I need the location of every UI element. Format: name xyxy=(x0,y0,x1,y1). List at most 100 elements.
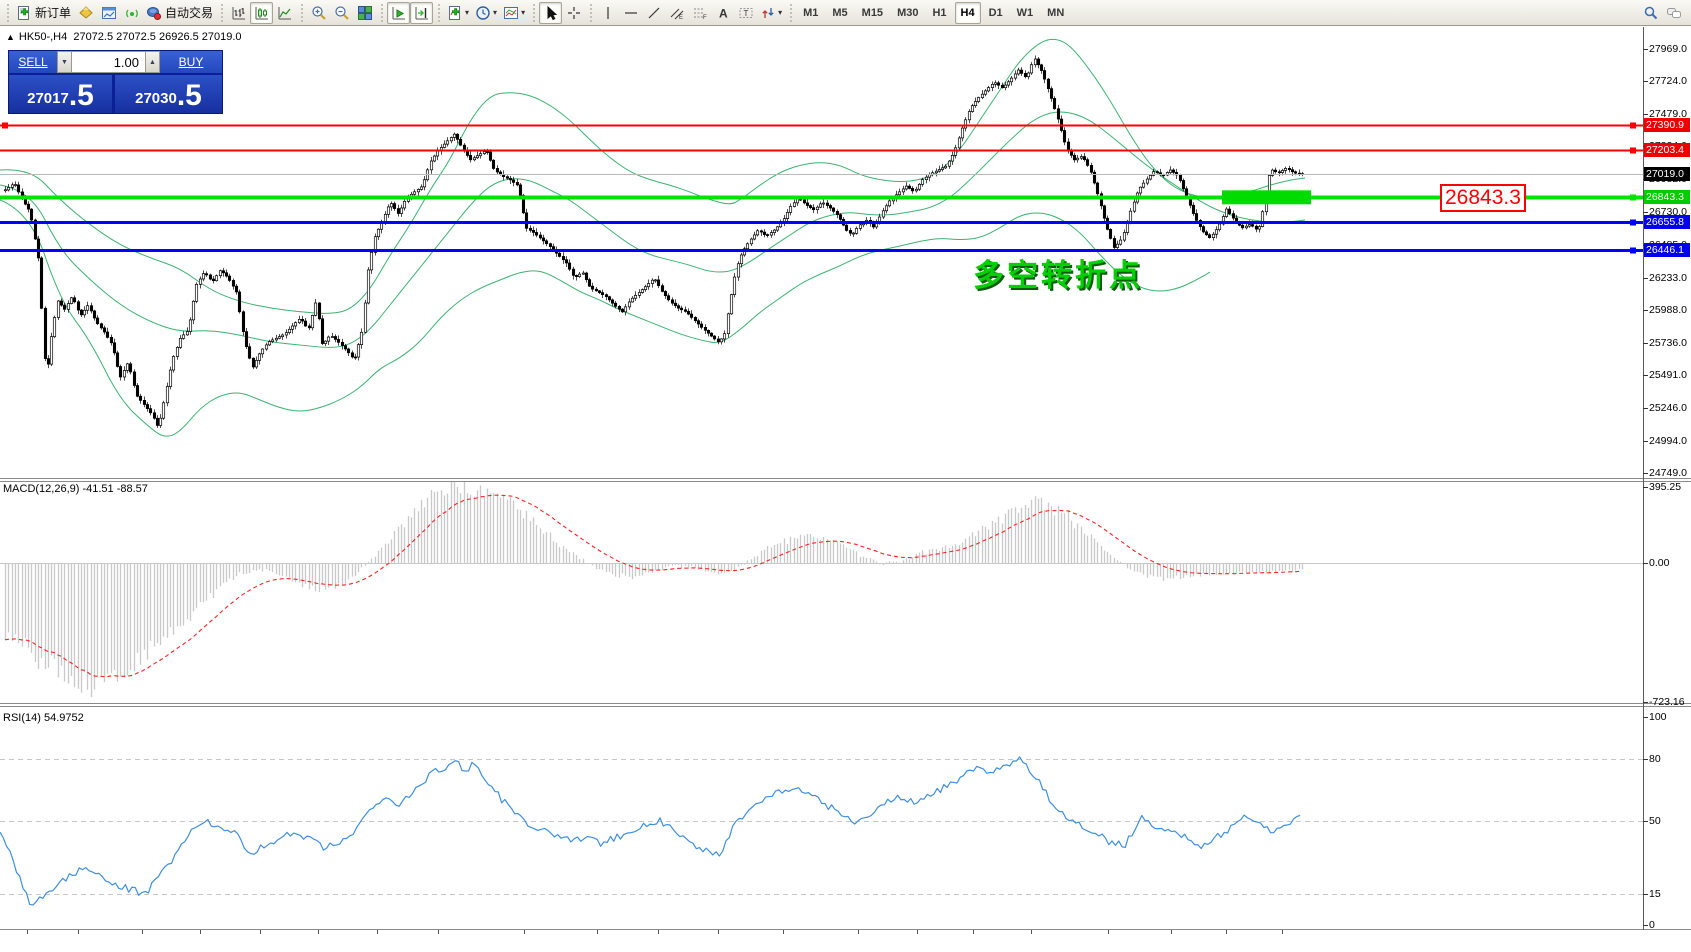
timeframe-button-D1[interactable]: D1 xyxy=(983,2,1009,24)
auto-scroll-button[interactable] xyxy=(387,2,410,24)
trendline-icon xyxy=(646,5,662,21)
toolbar-separator xyxy=(588,4,593,22)
price-callout-label[interactable]: 26843.3 xyxy=(1440,184,1526,212)
macd-tick-label: 395.25 xyxy=(1649,481,1681,493)
chart-window-button[interactable] xyxy=(97,2,120,24)
hline-button[interactable] xyxy=(619,2,642,24)
arrows-button[interactable]: ▾ xyxy=(757,2,785,24)
timeframe-button-MN[interactable]: MN xyxy=(1041,2,1070,24)
candle-chart-button[interactable] xyxy=(250,2,273,24)
toolbar-button-label: 自动交易 xyxy=(165,4,213,21)
pane-borders xyxy=(0,27,1691,930)
main-toolbar: 新订单自动交易▾▾▾EFAT▾M1M5M15M30H1H4D1W1MN xyxy=(0,0,1691,26)
price-badge: 26655.8 xyxy=(1644,215,1690,229)
zoom-out-button[interactable] xyxy=(330,2,353,24)
dropdown-arrow-icon: ▾ xyxy=(493,8,497,17)
auto-trading-button[interactable]: 自动交易 xyxy=(143,2,216,24)
sell-price-display[interactable]: 27017.5 xyxy=(9,75,112,113)
crosshair-button[interactable] xyxy=(562,2,585,24)
toolbar-separator xyxy=(436,4,441,22)
label-icon: T xyxy=(738,5,754,21)
rsi-pane[interactable] xyxy=(0,757,1643,905)
price-badge: 27390.9 xyxy=(1644,118,1690,132)
sell-price-fraction: .5 xyxy=(69,81,94,111)
collapse-icon[interactable]: ▲ xyxy=(6,32,15,42)
zoom-in-icon xyxy=(311,5,327,21)
chart-canvas[interactable] xyxy=(0,27,1691,952)
timeframe-button-M5[interactable]: M5 xyxy=(826,2,853,24)
buy-price-fraction: .5 xyxy=(177,81,202,111)
line-handle[interactable] xyxy=(1630,148,1636,154)
vline-icon xyxy=(600,5,616,21)
volume-input[interactable] xyxy=(72,51,145,73)
line-handle[interactable] xyxy=(1630,123,1636,129)
dropdown-arrow-icon: ▾ xyxy=(465,8,469,17)
bollinger-lower-band xyxy=(0,200,1210,436)
arrows-icon xyxy=(760,5,776,21)
trading-terminal-window: { "toolbar": { "groups": [ {"items": [ {… xyxy=(0,0,1691,952)
line-handle[interactable] xyxy=(1630,248,1636,254)
channel-button[interactable]: E xyxy=(665,2,688,24)
price-tick-label: 25736.0 xyxy=(1649,337,1687,349)
periods-icon xyxy=(475,5,491,21)
rsi-tick-label: 0 xyxy=(1649,919,1655,931)
axis-ticks xyxy=(28,50,1649,935)
line-handle[interactable] xyxy=(2,123,8,129)
fibo-button[interactable]: F xyxy=(688,2,711,24)
vline-button[interactable] xyxy=(596,2,619,24)
search-icon xyxy=(1643,5,1659,21)
auto-scroll-icon xyxy=(391,5,407,21)
periods-button[interactable]: ▾ xyxy=(472,2,500,24)
templates-button[interactable]: ▾ xyxy=(500,2,528,24)
line-handle[interactable] xyxy=(1630,195,1636,201)
toolbar-button-label: 新订单 xyxy=(35,4,71,21)
tile-windows-button[interactable] xyxy=(353,2,376,24)
timeframe-button-M15[interactable]: M15 xyxy=(856,2,889,24)
buy-button[interactable]: BUY xyxy=(160,51,222,73)
toolbar-separator xyxy=(5,4,10,22)
text-button[interactable]: A xyxy=(711,2,734,24)
sell-button[interactable]: SELL xyxy=(9,51,57,73)
zoom-in-button[interactable] xyxy=(307,2,330,24)
channel-icon: E xyxy=(669,5,685,21)
volume-increase-button[interactable]: ▲ xyxy=(145,51,160,73)
cursor-button[interactable] xyxy=(539,2,562,24)
toolbar-separator xyxy=(531,4,536,22)
line-handle[interactable] xyxy=(1630,220,1636,226)
macd-signal-line xyxy=(5,495,1302,676)
price-badge: 26446.1 xyxy=(1644,243,1690,257)
gold-button[interactable] xyxy=(74,2,97,24)
highlight-rectangle[interactable] xyxy=(1222,190,1311,204)
macd-pane[interactable] xyxy=(0,480,1643,697)
svg-text:F: F xyxy=(703,15,707,21)
new-order-button[interactable]: 新订单 xyxy=(13,2,74,24)
trendline-button[interactable] xyxy=(642,2,665,24)
chart-text-annotation[interactable]: 多空转折点 xyxy=(973,250,1143,295)
text-icon: A xyxy=(715,5,731,21)
chart-shift-button[interactable] xyxy=(410,2,433,24)
buy-price-display[interactable]: 27030.5 xyxy=(115,75,222,113)
chart-window[interactable]: ▲HK50-,H4 27072.5 27072.5 26926.5 27019.… xyxy=(0,27,1691,952)
cursor-icon xyxy=(543,5,559,21)
macd-label: MACD(12,26,9) -41.51 -88.57 xyxy=(3,483,148,495)
volume-decrease-button[interactable]: ▼ xyxy=(57,51,72,73)
timeframe-button-W1[interactable]: W1 xyxy=(1011,2,1040,24)
macd-tick-label: -723.16 xyxy=(1649,696,1685,708)
bar-chart-button[interactable] xyxy=(227,2,250,24)
toolbar-separator xyxy=(219,4,224,22)
signals-button[interactable] xyxy=(120,2,143,24)
timeframe-button-M1[interactable]: M1 xyxy=(797,2,824,24)
rsi-tick-label: 80 xyxy=(1649,753,1661,765)
svg-text:A: A xyxy=(719,6,728,20)
indicators-button[interactable]: ▾ xyxy=(444,2,472,24)
line-chart-button[interactable] xyxy=(273,2,296,24)
toolbar-search-button[interactable] xyxy=(1639,2,1662,24)
label-button[interactable]: T xyxy=(734,2,757,24)
timeframe-button-H1[interactable]: H1 xyxy=(926,2,952,24)
macd-tick-label: 0.00 xyxy=(1649,557,1669,569)
toolbar-chat-button[interactable] xyxy=(1662,2,1685,24)
timeframe-button-M30[interactable]: M30 xyxy=(891,2,924,24)
timeframe-button-H4[interactable]: H4 xyxy=(955,2,981,24)
main-price-pane[interactable] xyxy=(0,39,1643,436)
svg-text:T: T xyxy=(743,9,748,18)
